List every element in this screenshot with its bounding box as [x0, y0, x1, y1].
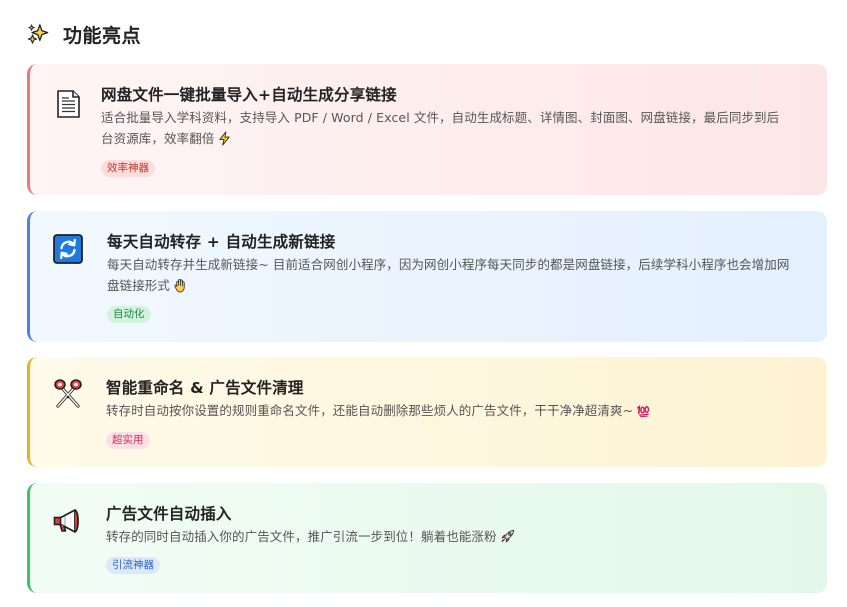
hundred-points-icon — [637, 405, 650, 418]
refresh-icon — [53, 234, 83, 264]
card-title: 网盘文件一键批量导入+自动生成分享链接 — [101, 86, 397, 104]
card-description: 每天自动转存并生成新链接~ 目前适合网创小程序，因为网创小程序每天同步的都是网盘… — [107, 257, 790, 293]
feature-card-rename-cleanup: 智能重命名 & 广告文件清理 转存时自动按你设置的规则重命名文件，还能自动删除那… — [27, 357, 827, 467]
card-description: 转存时自动按你设置的规则重命名文件，还能自动删除那些烦人的广告文件，干干净净超清… — [106, 400, 796, 421]
feature-card-batch-import: 网盘文件一键批量导入+自动生成分享链接 适合批量导入学科资料，支持导入 PDF … — [27, 64, 827, 195]
sparkles-icon — [27, 24, 49, 44]
card-tag: 自动化 — [107, 306, 151, 323]
card-description: 适合批量导入学科资料，支持导入 PDF / Word / Excel 文件，自动… — [101, 110, 780, 146]
section-header: 功能亮点 — [27, 20, 141, 48]
card-title: 广告文件自动插入 — [106, 505, 232, 523]
card-title: 每天自动转存 + 自动生成新链接 — [107, 233, 336, 251]
card-tag: 引流神器 — [106, 557, 160, 574]
card-title: 智能重命名 & 广告文件清理 — [106, 379, 304, 397]
section-title: 功能亮点 — [63, 24, 142, 47]
hand-icon — [174, 279, 185, 293]
card-description: 转存的同时自动插入你的广告文件，推广引流一步到位！躺着也能涨粉 — [106, 526, 796, 547]
megaphone-icon — [53, 509, 79, 533]
lightning-icon — [219, 131, 231, 146]
feature-card-auto-transfer: 每天自动转存 + 自动生成新链接 每天自动转存并生成新链接~ 目前适合网创小程序… — [27, 211, 827, 342]
feature-card-ad-insert: 广告文件自动插入 转存的同时自动插入你的广告文件，推广引流一步到位！躺着也能涨粉… — [27, 483, 827, 593]
card-tag: 超实用 — [106, 432, 150, 449]
card-tag: 效率神器 — [101, 160, 155, 177]
rocket-icon — [501, 529, 514, 543]
document-icon — [57, 90, 80, 118]
scissors-icon — [54, 379, 82, 408]
